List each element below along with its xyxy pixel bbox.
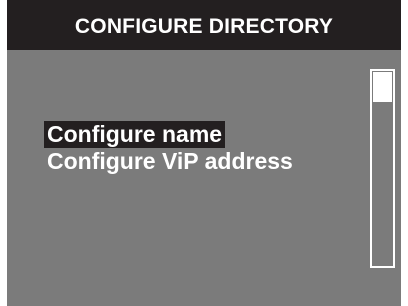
scrollbar-thumb[interactable] <box>373 72 392 102</box>
menu-item-configure-name[interactable]: Configure name <box>44 121 296 148</box>
menu-item-label: Configure ViP address <box>47 148 293 174</box>
device-screen: CONFIGURE DIRECTORY Configure name Confi… <box>7 0 401 306</box>
menu-item-configure-vip-address[interactable]: Configure ViP address <box>44 148 296 175</box>
header-bar: CONFIGURE DIRECTORY <box>7 0 401 50</box>
menu-list: Configure name Configure ViP address <box>44 121 296 175</box>
scrollbar[interactable] <box>370 69 395 268</box>
page-title: CONFIGURE DIRECTORY <box>74 15 334 38</box>
menu-item-label: Configure name <box>44 121 226 148</box>
